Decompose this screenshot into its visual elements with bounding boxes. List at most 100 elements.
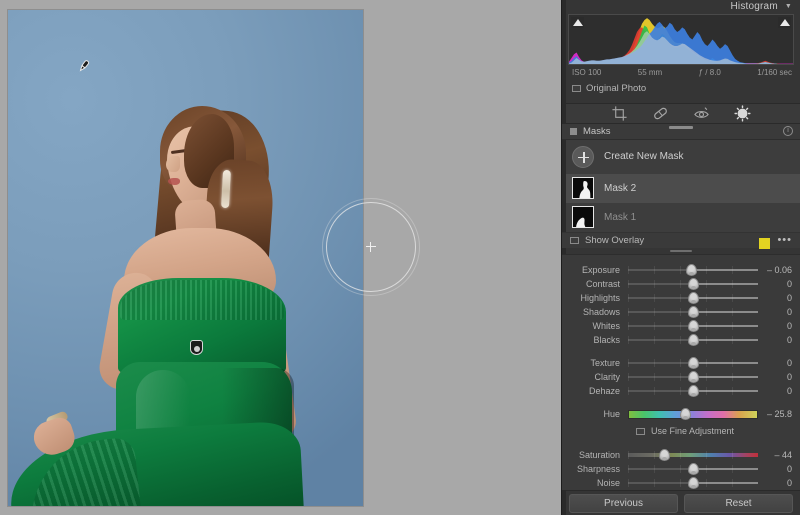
masks-panel-title: Masks [583, 125, 611, 137]
previous-button[interactable]: Previous [569, 493, 678, 513]
slider-label: Saturation [578, 450, 620, 461]
slider-label: Contrast [585, 279, 620, 290]
masks-panel-header[interactable]: Masks i [562, 123, 800, 140]
brush-pin-icon[interactable] [76, 58, 92, 74]
slider-value: 0 [786, 335, 792, 346]
slider-row-exposure[interactable]: Exposure – 0.06 [562, 263, 800, 277]
slider-track[interactable] [628, 385, 758, 398]
histogram-chart[interactable] [568, 13, 794, 66]
slider-track[interactable] [628, 306, 758, 319]
slider-handle[interactable] [687, 292, 699, 305]
slider-handle[interactable] [687, 320, 699, 333]
mask-list-item[interactable]: Mask 1 [562, 203, 800, 232]
panel-grip-handle[interactable] [669, 125, 693, 129]
slider-handle[interactable] [687, 278, 699, 291]
use-fine-adjustment-row[interactable]: Use Fine Adjustment [562, 423, 800, 439]
aperture-value: ƒ / 8.0 [698, 68, 721, 78]
plus-circle-icon[interactable] [572, 145, 594, 168]
slider-label: Sharpness [576, 464, 620, 475]
mask-thumbnail[interactable] [572, 177, 594, 200]
photo-preview[interactable] [8, 10, 363, 506]
overlay-color-swatch[interactable] [759, 237, 770, 249]
highlight-clipping-triangle-icon[interactable] [778, 16, 791, 28]
triangle-down-icon[interactable]: ▼ [785, 3, 792, 10]
slider-track[interactable] [628, 463, 758, 476]
slider-track[interactable] [628, 449, 758, 462]
slider-value: 0 [786, 293, 792, 304]
slider-handle[interactable] [687, 306, 699, 319]
slider-row-blacks[interactable]: Blacks 0 [562, 333, 800, 347]
slider-label: Hue [603, 409, 620, 420]
slider-label: Exposure [581, 265, 620, 276]
slider-row-dehaze[interactable]: Dehaze 0 [562, 384, 800, 398]
slider-row-highlights[interactable]: Highlights 0 [562, 291, 800, 305]
slider-handle[interactable] [687, 463, 699, 476]
slider-row-saturation[interactable]: Saturation – 44 [562, 448, 800, 462]
slider-value: 0 [786, 464, 792, 475]
panel-toggle-icon[interactable] [570, 127, 577, 135]
image-canvas[interactable] [0, 0, 561, 515]
photo-subject [8, 10, 363, 506]
create-new-mask-label: Create New Mask [604, 151, 684, 163]
slider-track[interactable] [628, 278, 758, 291]
show-overlay-label: Show Overlay [585, 234, 645, 246]
crop-icon[interactable] [611, 105, 628, 122]
slider-track[interactable] [628, 292, 758, 305]
original-photo-checkbox[interactable] [572, 85, 581, 93]
slider-value: 0 [786, 279, 792, 290]
slider-row-sharpness[interactable]: Sharpness 0 [562, 462, 800, 476]
mask-pin-icon[interactable] [190, 340, 203, 355]
slider-row-clarity[interactable]: Clarity 0 [562, 370, 800, 384]
ellipsis-icon[interactable]: ••• [777, 235, 792, 246]
slider-value: 0 [786, 358, 792, 369]
slider-value: – 44 [774, 450, 792, 461]
eye-icon[interactable] [693, 105, 710, 122]
slider-label: Dehaze [588, 386, 620, 397]
original-photo-toggle[interactable]: Original Photo [572, 83, 800, 94]
slider-row-shadows[interactable]: Shadows 0 [562, 305, 800, 319]
slider-track[interactable] [628, 371, 758, 384]
original-photo-label: Original Photo [586, 83, 647, 95]
slider-handle[interactable] [687, 371, 699, 384]
slider-label: Clarity [594, 372, 620, 383]
slider-handle[interactable] [658, 449, 670, 462]
slider-label: Texture [590, 358, 620, 369]
reset-button[interactable]: Reset [684, 493, 793, 513]
slider-label: Whites [592, 321, 620, 332]
slider-row-contrast[interactable]: Contrast 0 [562, 277, 800, 291]
slider-group-gap [562, 398, 800, 407]
slider-handle[interactable] [687, 477, 699, 490]
slider-track[interactable] [628, 408, 758, 421]
slider-handle[interactable] [687, 334, 699, 347]
slider-handle[interactable] [687, 385, 699, 398]
bandage-icon[interactable] [652, 105, 669, 122]
masking-circle-icon[interactable] [734, 105, 751, 122]
slider-ticks [628, 451, 758, 460]
use-fine-adjustment-checkbox[interactable] [636, 427, 645, 435]
slider-row-texture[interactable]: Texture 0 [562, 356, 800, 370]
show-overlay-checkbox[interactable] [570, 236, 579, 244]
mask-list-item[interactable]: Mask 2 [562, 173, 800, 203]
slider-track[interactable] [628, 320, 758, 333]
slider-track[interactable] [628, 357, 758, 370]
iso-value: ISO 100 [572, 68, 602, 78]
bottom-button-bar: Previous Reset [562, 490, 800, 515]
slider-track[interactable] [628, 334, 758, 347]
slider-handle[interactable] [686, 264, 698, 277]
slider-row-hue[interactable]: Hue – 25.8 [562, 407, 800, 421]
slider-row-whites[interactable]: Whites 0 [562, 319, 800, 333]
shadow-clipping-triangle-icon[interactable] [571, 16, 584, 28]
slider-track[interactable] [628, 264, 758, 277]
info-icon[interactable]: i [783, 126, 793, 137]
mask-label: Mask 2 [604, 182, 637, 194]
lightroom-window: Histogram ▼ ISO 100 55 mm ƒ / 8.0 1/160 … [0, 0, 800, 515]
mask-thumbnail[interactable] [572, 206, 594, 229]
slider-handle[interactable] [687, 357, 699, 370]
slider-value: 0 [786, 478, 792, 489]
slider-row-noise[interactable]: Noise 0 [562, 476, 800, 490]
slider-track[interactable] [628, 477, 758, 490]
show-overlay-row[interactable]: Show Overlay ••• [562, 231, 800, 249]
create-new-mask-button[interactable]: Create New Mask [562, 140, 800, 174]
hue-gradient-track[interactable] [628, 410, 758, 420]
histogram-header[interactable]: Histogram ▼ [562, 0, 800, 14]
